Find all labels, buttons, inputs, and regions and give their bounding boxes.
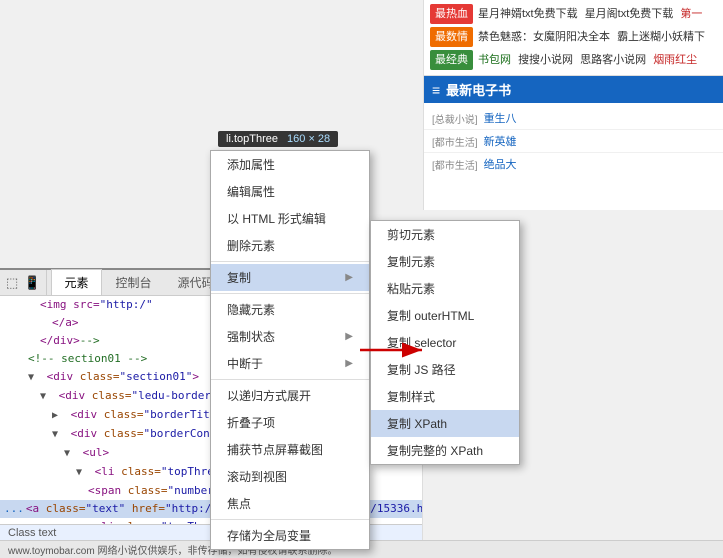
context-menu-item-scroll[interactable]: 滚动到视图 [211, 463, 369, 490]
triangle-10[interactable]: ▼ [76, 465, 88, 481]
devtools-cursor-icon[interactable]: ⬚ [6, 275, 18, 291]
separator-4 [211, 519, 369, 520]
submenu-copy-elem[interactable]: 复制元素 [371, 248, 519, 275]
hot-sections: 最热血 星月神婿txt免费下载 星月阁txt免费下载 第一 最数情 禁色魅惑：女… [424, 0, 723, 77]
tag-close-a: </a> [52, 316, 79, 329]
context-menu-item-collapse[interactable]: 折叠子项 [211, 409, 369, 436]
latest-ebook-header: ≡ 最新电子书 [424, 76, 723, 103]
tooltip-selector: li.topThree [226, 133, 278, 145]
comment-section01: <!-- section01 --> [28, 352, 147, 365]
hot-link-3-2[interactable]: 搜搜小说网 [518, 54, 573, 66]
submenu-copy-outer[interactable]: 复制 outerHTML [371, 302, 519, 329]
badge-romantic: 最数情 [430, 27, 473, 47]
badge-classic: 最经典 [430, 50, 473, 70]
context-menu-item-hide[interactable]: 隐藏元素 [211, 296, 369, 323]
close-div-comment: </div> [40, 334, 80, 347]
ebook-item-3: [都市生活] 绝品大 [424, 153, 723, 175]
ebook-items: [总裁小说] 重生八 [都市生活] 新英雄 [都市生活] 绝品大 [424, 103, 723, 179]
latest-ebook-section: ≡ 最新电子书 [总裁小说] 重生八 [都市生活] 新英雄 [都市生活] 绝品大 [423, 75, 723, 179]
hot-row-1: 最热血 星月神婿txt免费下载 星月阁txt免费下载 第一 [430, 4, 717, 24]
hot-link-3-1[interactable]: 书包网 [478, 54, 511, 66]
hot-link-1-2[interactable]: 星月阁txt免费下载 [585, 8, 674, 20]
class-text-label: Class text [8, 527, 56, 539]
tab-elements[interactable]: 元素 [51, 269, 101, 295]
context-menu-item-copy[interactable]: 复制 ▶ [211, 264, 369, 291]
ebook-link-3[interactable]: 绝品大 [484, 156, 517, 172]
latest-ebook-title: 最新电子书 [446, 80, 511, 99]
triangle-7[interactable]: ▶ [52, 408, 64, 424]
triangle-9[interactable]: ▼ [64, 446, 76, 462]
triangle-8[interactable]: ▼ [52, 427, 64, 443]
ebook-link-2[interactable]: 新英雄 [484, 133, 517, 149]
submenu-copy-style[interactable]: 复制样式 [371, 383, 519, 410]
ebook-header-icon: ≡ [432, 82, 440, 98]
context-menu-item-delete[interactable]: 删除元素 [211, 232, 369, 259]
submenu-copy-selector[interactable]: 复制 selector [371, 329, 519, 356]
separator-1 [211, 261, 369, 262]
submenu-copy-full-xpath[interactable]: 复制完整的 XPath [371, 437, 519, 464]
element-tooltip: li.topThree 160 × 28 [218, 131, 338, 147]
context-menu-item-screenshot[interactable]: 捕获节点屏幕截图 [211, 436, 369, 463]
hot-link-1-3[interactable]: 第一 [680, 8, 702, 20]
hot-row-3: 最经典 书包网 搜搜小说网 思路客小说网 烟雨红尘 [430, 50, 717, 70]
submenu: 剪切元素 复制元素 粘贴元素 复制 outerHTML 复制 selector … [370, 220, 520, 465]
ebook-tag-2: [都市生活] [432, 134, 478, 149]
devtools-icons-row: ⬚ 📱 [0, 270, 47, 295]
context-menu-item-expand[interactable]: 以递归方式展开 [211, 382, 369, 409]
submenu-cut[interactable]: 剪切元素 [371, 221, 519, 248]
hot-link-3-4[interactable]: 烟雨红尘 [653, 54, 697, 66]
triangle-6[interactable]: ▼ [40, 389, 52, 405]
hot-link-3-3[interactable]: 思路客小说网 [580, 54, 646, 66]
hot-links-1: 星月神婿txt免费下载 星月阁txt免费下载 第一 [478, 5, 702, 23]
selected-line-indicator: ... [4, 501, 24, 517]
ebook-item-1: [总裁小说] 重生八 [424, 107, 723, 130]
submenu-copy-js-path[interactable]: 复制 JS 路径 [371, 356, 519, 383]
context-menu-item-store-global[interactable]: 存储为全局变量 [211, 522, 369, 549]
tooltip-size: 160 × 28 [287, 133, 330, 145]
submenu-copy-xpath[interactable]: 复制 XPath [371, 410, 519, 437]
tab-console[interactable]: 控制台 [104, 270, 164, 295]
context-menu-item-force-state[interactable]: 强制状态▶ [211, 323, 369, 350]
copy-submenu-arrow: ▶ [345, 272, 353, 283]
ebook-item-2: [都市生活] 新英雄 [424, 130, 723, 153]
hot-link-2-2[interactable]: 霸上迷糊小妖精下 [617, 31, 705, 43]
hot-link-1-1[interactable]: 星月神婿txt免费下载 [478, 8, 578, 20]
tag-open: <img src= [40, 298, 100, 311]
context-menu-item-break-on[interactable]: 中断于▶ [211, 350, 369, 377]
copy-label: 复制 [227, 269, 251, 286]
context-menu-item-edit-html[interactable]: 以 HTML 形式编辑 [211, 205, 369, 232]
separator-3 [211, 379, 369, 380]
context-menu-item-focus[interactable]: 焦点 [211, 490, 369, 517]
context-menu-item-add-attr[interactable]: 添加属性 [211, 151, 369, 178]
devtools-mobile-icon[interactable]: 📱 [24, 275, 40, 291]
ebook-link-1[interactable]: 重生八 [484, 110, 517, 126]
hot-link-2-1[interactable]: 禁色魅惑：女魔阴阳决全本 [478, 31, 610, 43]
context-menu-item-edit-attr[interactable]: 编辑属性 [211, 178, 369, 205]
ebook-tag-3: [都市生活] [432, 157, 478, 172]
ebook-tag-1: [总裁小说] [432, 111, 478, 126]
separator-2 [211, 293, 369, 294]
submenu-paste[interactable]: 粘贴元素 [371, 275, 519, 302]
badge-hot: 最热血 [430, 4, 473, 24]
context-menu: 添加属性 编辑属性 以 HTML 形式编辑 删除元素 复制 ▶ 隐藏元素 强制状… [210, 150, 370, 550]
hot-links-3: 书包网 搜搜小说网 思路客小说网 烟雨红尘 [478, 51, 697, 69]
hot-row-2: 最数情 禁色魅惑：女魔阴阳决全本 霸上迷糊小妖精下 [430, 27, 717, 47]
hot-links-2: 禁色魅惑：女魔阴阳决全本 霸上迷糊小妖精下 [478, 28, 705, 46]
triangle-5[interactable]: ▼ [28, 370, 40, 386]
